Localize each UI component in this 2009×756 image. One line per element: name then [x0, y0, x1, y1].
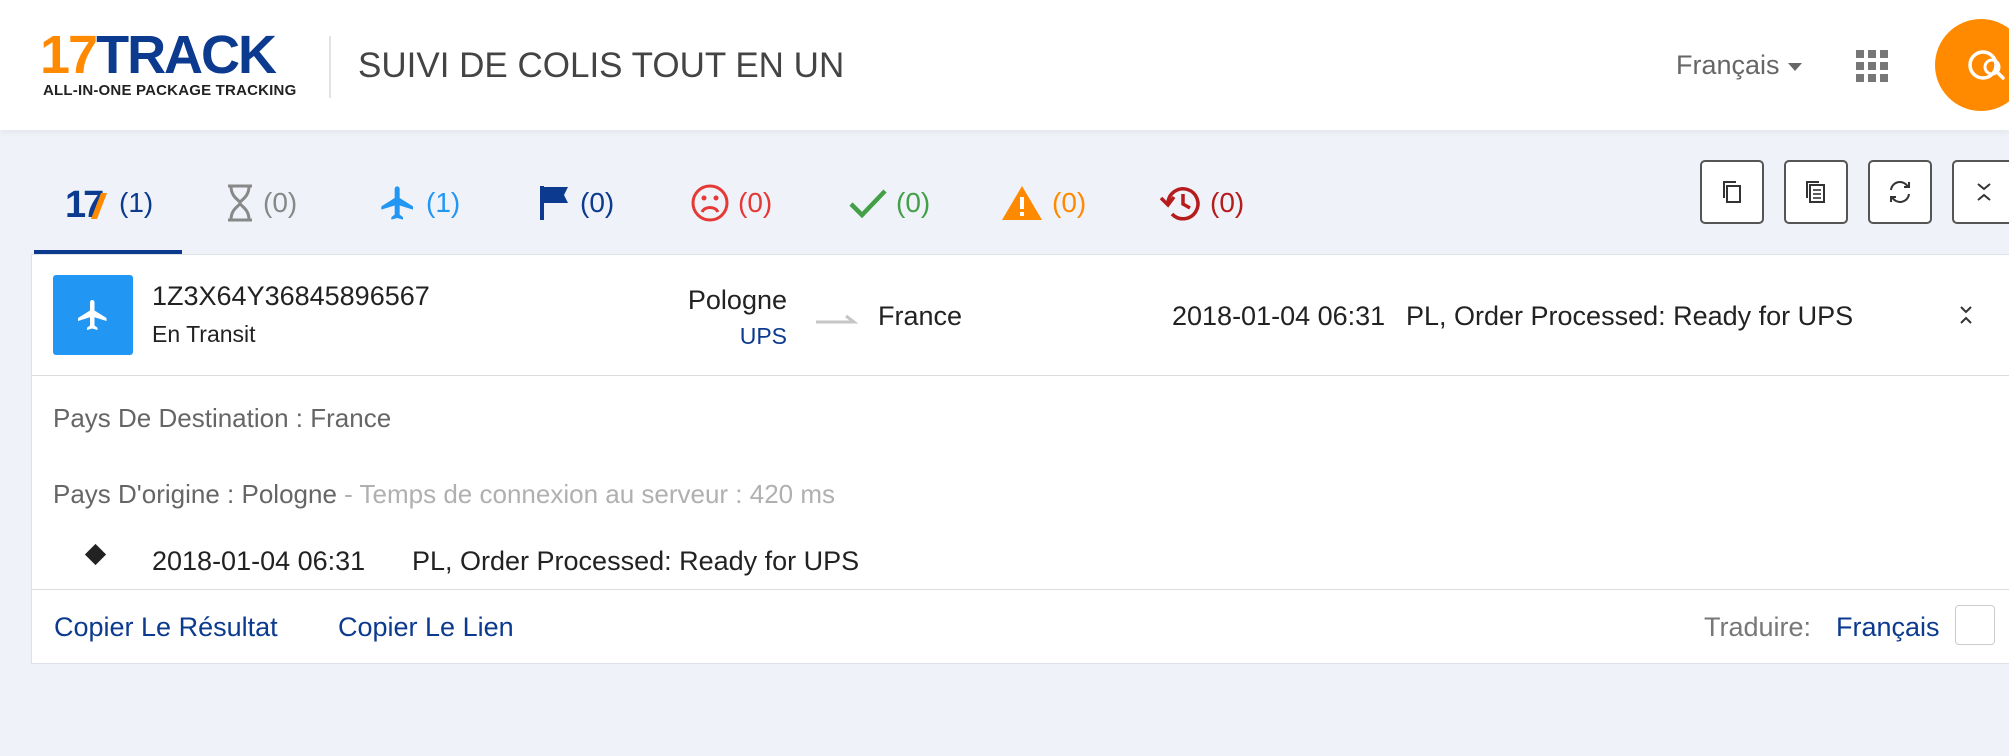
shipment-status: En Transit — [152, 321, 256, 347]
translate-label: Traduire: — [1704, 612, 1812, 642]
header-divider — [329, 36, 331, 98]
17track-icon: 17 — [65, 185, 107, 221]
top-header: 17TRACK ALL-IN-ONE PACKAGE TRACKING SUIV… — [0, 0, 2009, 130]
shipment-summary-row[interactable]: 1Z3X64Y36845896567 En Transit Pologne UP… — [32, 255, 2009, 376]
tab-all[interactable]: 17 (1) — [65, 150, 153, 255]
carrier-link[interactable]: UPS — [740, 323, 787, 350]
history-icon — [1159, 186, 1200, 221]
origin-detail-label: Pays D'origine : Pologne — [53, 479, 337, 509]
translate-language[interactable]: Français — [1836, 612, 1940, 643]
tab-expired-count: (0) — [1210, 186, 1245, 218]
hourglass-icon — [228, 184, 252, 221]
package-search-icon — [1968, 50, 2005, 80]
card-footer: Copier Le Résultat Copier Le Lien Tradui… — [32, 589, 2009, 665]
tab-in-transit[interactable]: (1) — [378, 150, 460, 255]
language-label: Français — [1676, 50, 1780, 80]
origin-detail: Pays D'origine : Pologne - Temps de conn… — [53, 479, 835, 510]
tab-delivered-count: (0) — [896, 186, 931, 218]
copy-link-link[interactable]: Copier Le Lien — [338, 612, 514, 643]
tab-pending[interactable]: (0) — [225, 150, 297, 255]
translate-checkbox[interactable] — [1955, 605, 1995, 645]
plane-icon — [78, 300, 107, 330]
17track-logo[interactable]: 17TRACK ALL-IN-ONE PACKAGE TRACKING — [40, 28, 302, 100]
search-button[interactable] — [1935, 19, 2009, 111]
tab-delivery[interactable]: (0) — [538, 150, 614, 255]
last-event-text: PL, Order Processed: Ready for UPS — [1406, 301, 1854, 331]
tab-delivered[interactable]: (0) — [848, 150, 930, 255]
status-tabs: 17 (1) (0) (1) (0) (0) (0) (0) (0) — [34, 150, 1244, 255]
language-selector[interactable]: Français — [1676, 50, 1802, 81]
document-list-icon — [1806, 181, 1825, 203]
status-icon — [53, 275, 133, 355]
route-arrow-icon — [816, 314, 858, 324]
origin-country: Pologne — [687, 285, 787, 315]
destination-country: France — [878, 301, 963, 331]
destination-detail: Pays De Destination : France — [53, 403, 392, 433]
tab-undelivered[interactable]: (0) — [690, 150, 772, 255]
apps-grid-icon[interactable] — [1856, 50, 1888, 82]
caret-down-icon — [1787, 62, 1802, 71]
tab-undelivered-count: (0) — [738, 186, 773, 218]
tab-in-transit-count: (1) — [426, 186, 461, 218]
tab-expired[interactable]: (0) — [1158, 150, 1244, 255]
collapse-icon[interactable] — [1955, 301, 1977, 329]
logo-number: 17 — [40, 25, 98, 85]
tab-alert-count: (0) — [1052, 186, 1087, 218]
last-event-time: 2018-01-04 06:31 — [1172, 301, 1386, 331]
tab-all-count: (1) — [119, 186, 154, 218]
tab-pending-count: (0) — [263, 186, 298, 218]
copy-icon — [1723, 181, 1741, 203]
refresh-icon — [1890, 181, 1910, 203]
sad-face-icon — [691, 184, 729, 221]
event-text: PL, Order Processed: Ready for UPS — [412, 546, 860, 576]
copy-result-link[interactable]: Copier Le Résultat — [54, 612, 278, 643]
event-time: 2018-01-04 06:31 — [152, 546, 366, 576]
copy-details-button[interactable] — [1784, 160, 1848, 224]
tab-delivery-count: (0) — [580, 186, 615, 218]
tracking-result-card: 1Z3X64Y36845896567 En Transit Pologne UP… — [31, 254, 2009, 664]
tab-alert[interactable]: (0) — [1000, 150, 1086, 255]
tracking-number[interactable]: 1Z3X64Y36845896567 — [152, 281, 430, 312]
page-title: SUIVI DE COLIS TOUT EN UN — [358, 46, 845, 85]
logo-text: TRACK — [96, 25, 277, 85]
copy-button[interactable] — [1700, 160, 1764, 224]
logo-tagline: ALL-IN-ONE PACKAGE TRACKING — [43, 82, 297, 99]
logo-mark: 17TRACK — [40, 28, 277, 82]
flag-icon — [540, 185, 568, 220]
collapse-all-button[interactable] — [1952, 160, 2009, 224]
event-marker-icon — [84, 543, 107, 566]
refresh-button[interactable] — [1868, 160, 1932, 224]
collapse-icon — [1977, 183, 1991, 201]
plane-icon — [381, 185, 413, 220]
warning-icon — [1002, 185, 1042, 220]
check-icon — [849, 188, 887, 218]
server-time-note: - Temps de connexion au serveur : 420 ms — [336, 479, 836, 509]
